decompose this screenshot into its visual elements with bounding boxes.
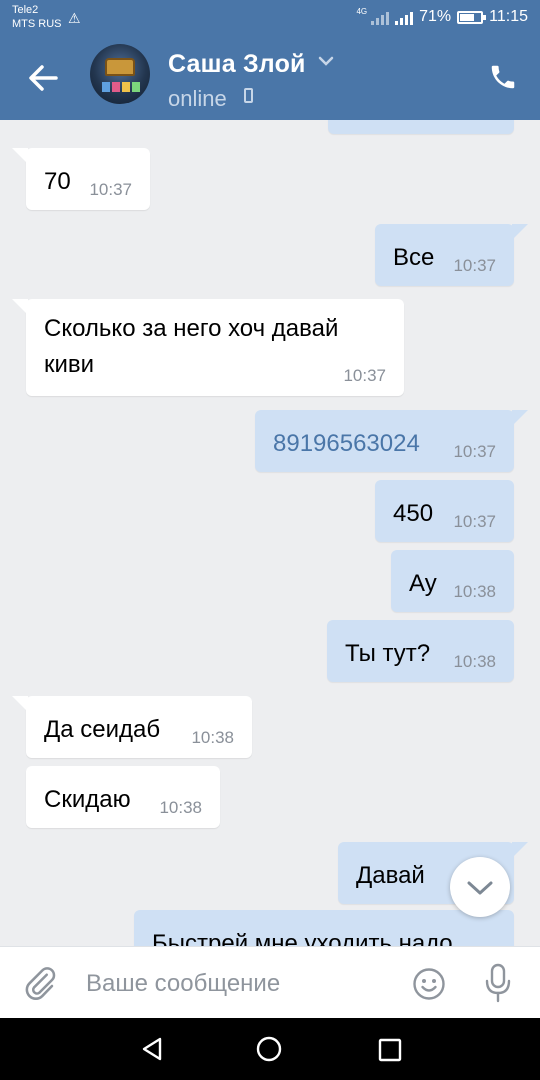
message-input[interactable]: [86, 967, 386, 1001]
message-text-line-1: Сколько за него хоч давай: [44, 315, 339, 342]
message-time: 10:37: [453, 442, 496, 461]
message-time: 10:38: [159, 798, 202, 817]
back-arrow-icon[interactable]: [26, 58, 60, 98]
message-text: 70: [44, 168, 71, 195]
message-bubble-incoming[interactable]: Сколько за него хоч давай киви 10:37: [12, 299, 404, 396]
message-bubble-outgoing[interactable]: Ты тут? 10:38: [327, 620, 514, 682]
status-indicators: 4G 71% 11:15: [356, 6, 528, 26]
call-icon[interactable]: [488, 62, 518, 92]
battery-icon: [457, 10, 487, 24]
message-text: Ты тут?: [345, 640, 431, 667]
message-text: 450: [393, 500, 434, 527]
message-bubble-incoming[interactable]: Скидаю 10:38: [26, 766, 220, 828]
message-bubble-outgoing[interactable]: 89196563024 10:37: [255, 410, 528, 472]
microphone-icon[interactable]: [484, 963, 512, 1003]
message-time: 10:38: [453, 652, 496, 671]
chat-header: Саша Злой online: [0, 36, 540, 120]
system-navigation-bar: [0, 1018, 540, 1080]
message-time: 10:37: [453, 512, 496, 531]
clock: 11:15: [489, 8, 528, 25]
message-bubble-incoming[interactable]: 70 10:37: [12, 148, 150, 210]
carrier-info: Tele2 MTS RUS ⚠: [12, 3, 81, 31]
signal-icon: [395, 9, 414, 25]
network-type: 4G: [356, 6, 368, 16]
paperclip-icon[interactable]: [22, 965, 58, 1001]
message-time: 10:38: [191, 728, 234, 747]
message-text: Ау: [409, 570, 437, 597]
avatar-chest-image: [105, 58, 135, 76]
message-time: 10:38: [453, 582, 496, 601]
nav-recent-apps-icon[interactable]: [378, 1038, 402, 1062]
message-text-line-2: киви: [44, 351, 95, 378]
message-bubble-partial[interactable]: [328, 120, 514, 134]
message-text: Давай: [356, 862, 425, 889]
nav-home-icon[interactable]: [256, 1036, 282, 1062]
message-bubble-outgoing[interactable]: Ау 10:38: [391, 550, 514, 612]
presence-status: online: [168, 86, 227, 111]
scroll-to-bottom-button[interactable]: [450, 857, 510, 917]
chevron-down-icon: [467, 881, 493, 895]
message-list[interactable]: 70 10:37 Все 10:37 Сколько за него хоч д…: [0, 120, 540, 946]
message-text: Скидаю: [44, 786, 131, 813]
avatar[interactable]: [90, 44, 150, 104]
message-text: Да сеидаб: [44, 716, 161, 743]
avatar-cards-image: [102, 82, 140, 92]
contact-name[interactable]: Саша Злой: [168, 50, 306, 79]
mobile-phone-icon: [244, 88, 253, 103]
message-time: 10:37: [89, 180, 132, 199]
message-time: 10:37: [453, 256, 496, 275]
status-bar: Tele2 MTS RUS ⚠ 4G 71% 11:15: [0, 0, 540, 36]
chevron-down-icon[interactable]: [318, 54, 334, 68]
message-composer: [0, 946, 540, 1018]
carrier-2: MTS RUS: [12, 18, 62, 30]
carrier-1: Tele2: [12, 4, 39, 16]
message-text: Быстрей мне уходить надо: [152, 930, 453, 946]
message-bubble-incoming[interactable]: Да сеидаб 10:38: [12, 696, 252, 758]
phone-number-link[interactable]: 89196563024: [273, 428, 420, 460]
message-bubble-outgoing[interactable]: Все 10:37: [375, 224, 528, 286]
nav-back-icon[interactable]: [140, 1036, 164, 1062]
message-time: 10:37: [343, 366, 386, 385]
battery-percent: 71%: [419, 8, 452, 25]
signal-icon-secondary: [371, 9, 390, 25]
smiley-icon[interactable]: [412, 967, 446, 1001]
message-text: Все: [393, 244, 435, 271]
warning-icon: ⚠: [68, 10, 81, 26]
message-bubble-outgoing[interactable]: 450 10:37: [375, 480, 514, 542]
